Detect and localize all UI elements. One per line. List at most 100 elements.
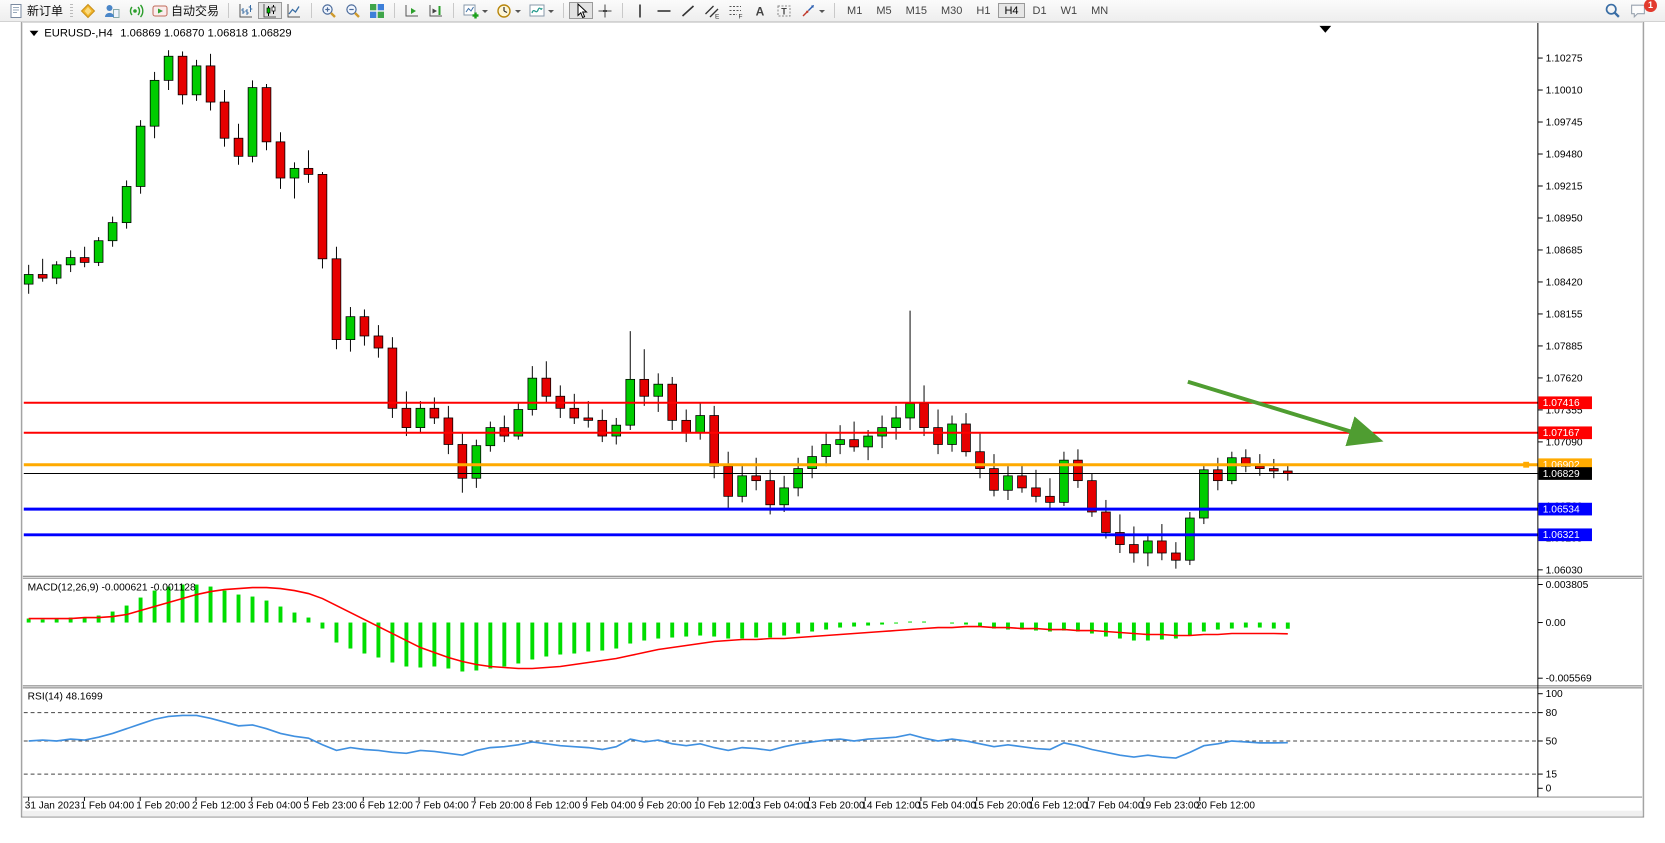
timeframe-button-H1[interactable]: H1: [970, 3, 996, 18]
crosshair-button[interactable]: [593, 2, 617, 19]
candle-body: [1074, 460, 1083, 480]
chart-shift-icon: [428, 3, 444, 19]
search-icon: [1604, 2, 1621, 19]
chart-canvas[interactable]: 1.102751.100101.097451.094801.092151.089…: [0, 21, 1665, 838]
candle-body: [416, 408, 425, 427]
price-tick-label: 1.09215: [1546, 181, 1583, 192]
chart-window: 1.102751.100101.097451.094801.092151.089…: [0, 21, 1665, 838]
chevron-down-icon: [515, 10, 521, 16]
candle-body: [892, 418, 901, 428]
candle-body: [1060, 460, 1069, 502]
period-clock-button[interactable]: [492, 2, 525, 19]
candle-body: [24, 274, 33, 284]
zoom-out-button[interactable]: [341, 2, 365, 19]
fibonacci-tool-button[interactable]: F: [724, 2, 748, 19]
date-label: 7 Feb 20:00: [471, 801, 525, 812]
date-label: 15 Feb 20:00: [973, 801, 1033, 812]
hline-handle[interactable]: [1523, 462, 1529, 468]
broadcast-icon: [128, 3, 144, 19]
candle-body: [836, 440, 845, 445]
chart-title-symbol: EURUSD-,H4: [44, 28, 112, 40]
price-badge-label: 1.06321: [1543, 530, 1580, 541]
candle-body: [318, 174, 327, 258]
zoom-in-button[interactable]: [317, 2, 341, 19]
candle-body: [150, 80, 159, 126]
toolbar-separator: [622, 3, 623, 18]
date-label: 3 Feb 04:00: [248, 801, 302, 812]
toolbar-grip: [70, 4, 73, 18]
price-tick-label: 1.07885: [1546, 341, 1583, 352]
candle-body: [948, 424, 957, 444]
candle-body: [528, 378, 537, 409]
date-label: 1 Feb 20:00: [136, 801, 190, 812]
date-label: 16 Feb 12:00: [1029, 801, 1089, 812]
price-tick-label: 1.08950: [1546, 213, 1583, 224]
template-button[interactable]: [525, 2, 558, 19]
text-label-tool-button[interactable]: T: [772, 2, 796, 19]
candlestick-chart-type-button[interactable]: [258, 2, 282, 19]
timeframe-button-H4[interactable]: H4: [998, 3, 1024, 18]
toolbar-right-cluster: 1: [1600, 2, 1661, 19]
zoom-in-icon: [321, 3, 337, 19]
timeframe-button-M1[interactable]: M1: [841, 3, 868, 18]
candle-body: [612, 425, 621, 436]
equidistant-channel-tool-button[interactable]: E: [700, 2, 724, 19]
equidistant-channel-icon: E: [704, 3, 720, 19]
candle-body: [920, 403, 929, 427]
date-label: 13 Feb 20:00: [805, 801, 865, 812]
line-chart-type-button[interactable]: [282, 2, 306, 19]
candle-body: [136, 126, 145, 186]
timeframe-button-D1[interactable]: D1: [1027, 3, 1053, 18]
rsi-axis-label: 100: [1546, 689, 1563, 700]
timeframe-button-M15[interactable]: M15: [900, 3, 933, 18]
date-label: 17 Feb 04:00: [1084, 801, 1144, 812]
profile-button[interactable]: [100, 2, 124, 19]
candle-body: [1227, 458, 1236, 481]
candle-body: [542, 378, 551, 396]
timeframe-toolbar: M1M5M15M30H1H4D1W1MN: [840, 3, 1115, 18]
cursor-button[interactable]: [569, 2, 593, 19]
price-badge-label: 1.07416: [1543, 398, 1580, 409]
chart-shift-button[interactable]: [424, 2, 448, 19]
auto-trading-button[interactable]: 自动交易: [148, 2, 223, 19]
candle-body: [402, 408, 411, 427]
timeframe-button-W1[interactable]: W1: [1055, 3, 1084, 18]
autotrading-icon: [152, 3, 168, 19]
add-indicator-button[interactable]: [459, 2, 492, 19]
horizontal-line-tool-button[interactable]: [652, 2, 676, 19]
rsi-axis-label: 0: [1546, 784, 1552, 795]
toolbar-separator: [311, 3, 312, 18]
bar-chart-type-button[interactable]: [234, 2, 258, 19]
candle-body: [374, 336, 383, 348]
svg-text:E: E: [715, 13, 720, 19]
signals-button[interactable]: [124, 2, 148, 19]
vertical-line-icon: [632, 3, 648, 19]
candle-body: [248, 88, 257, 157]
text-tool-button[interactable]: A: [748, 2, 772, 19]
candle-body: [584, 418, 593, 420]
candle-body: [738, 476, 747, 496]
timeframe-button-MN[interactable]: MN: [1085, 3, 1114, 18]
rsi-label: RSI(14) 48.1699: [28, 692, 103, 703]
candle-body: [934, 428, 943, 445]
timeframe-button-M5[interactable]: M5: [870, 3, 897, 18]
vertical-line-tool-button[interactable]: [628, 2, 652, 19]
trendline-tool-button[interactable]: [676, 2, 700, 19]
text-icon: A: [752, 3, 768, 19]
candle-body: [822, 444, 831, 456]
new-order-button[interactable]: 新订单: [4, 2, 67, 19]
tile-windows-button[interactable]: [365, 2, 389, 19]
candle-body: [192, 66, 201, 95]
candlestick-chart-icon: [262, 3, 278, 19]
candle-body: [1185, 518, 1194, 560]
price-tick-label: 1.08685: [1546, 245, 1583, 256]
candle-body: [1018, 476, 1027, 488]
timeframe-button-M30[interactable]: M30: [935, 3, 968, 18]
date-label: 6 Feb 12:00: [359, 801, 413, 812]
chat-button[interactable]: 1: [1625, 2, 1651, 19]
search-button[interactable]: [1600, 2, 1625, 19]
crosshair-icon: [597, 3, 613, 19]
arrows-tool-button[interactable]: [796, 2, 829, 19]
gold-book-button[interactable]: [76, 2, 100, 19]
auto-scroll-button[interactable]: [400, 2, 424, 19]
